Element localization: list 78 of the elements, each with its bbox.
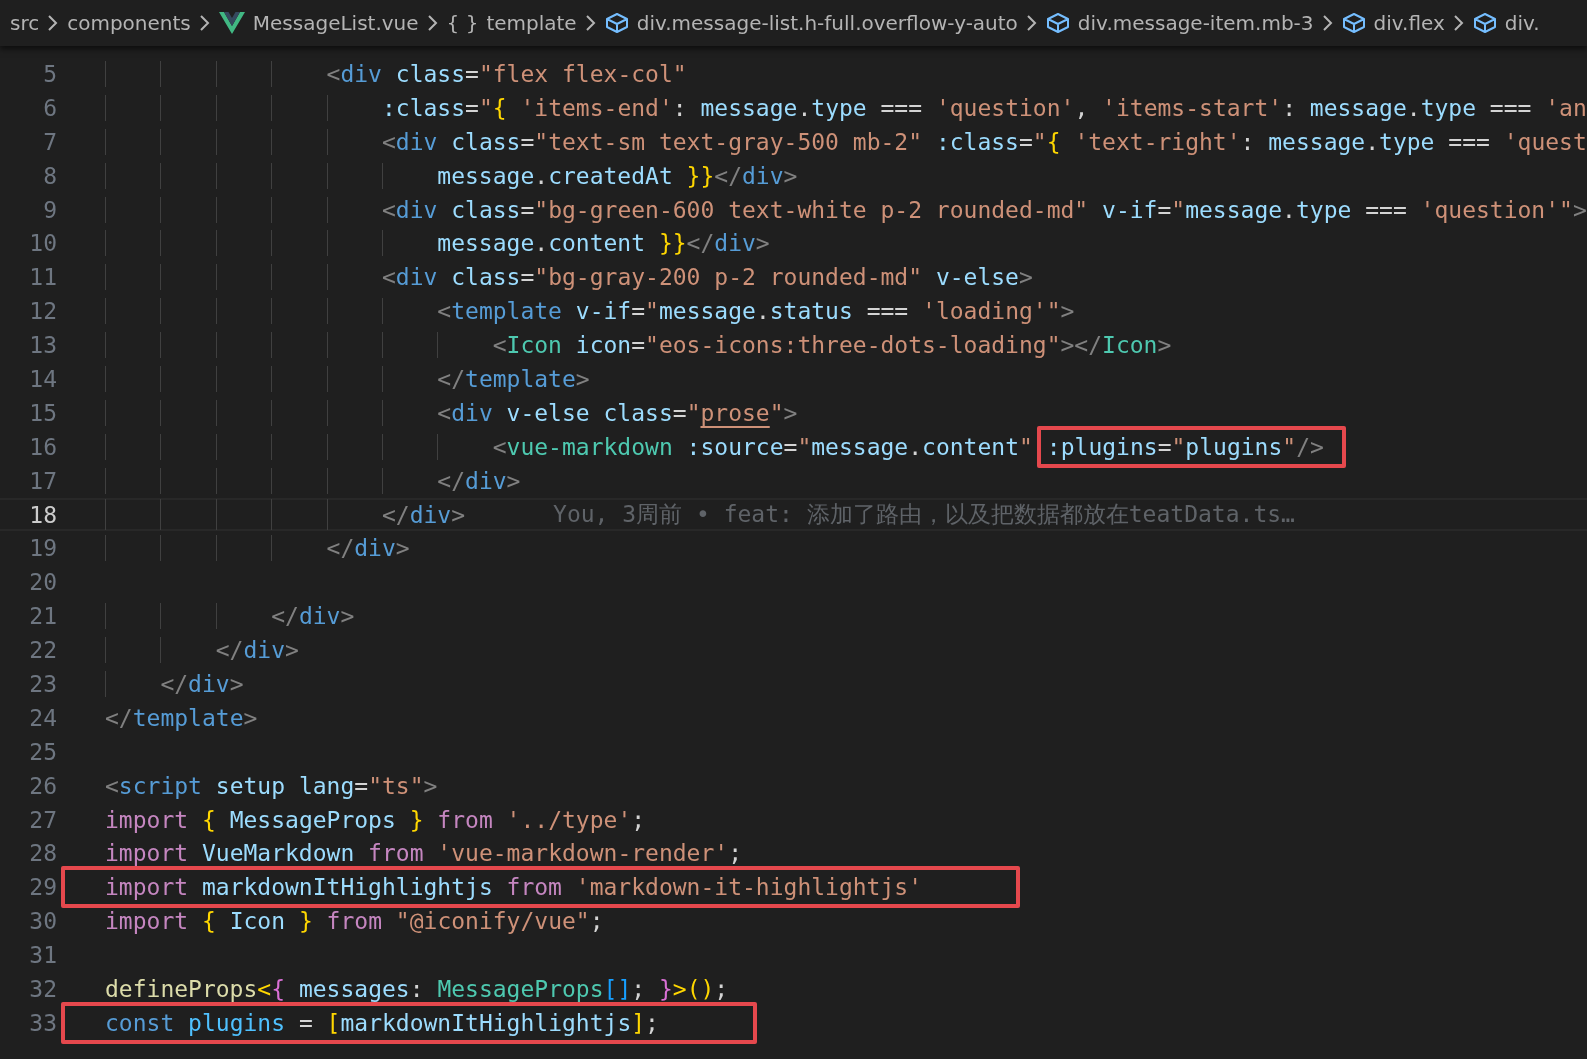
blame-annotation: You, 3周前 • feat: 添加了路由，以及把数据都放在teatData.ts…	[553, 500, 1295, 529]
line-number: 8	[42, 162, 57, 189]
chevron-icon	[584, 14, 597, 32]
line-number: 25	[28, 738, 57, 765]
code-text: <div class="bg-green-600 text-white p-2 rounded-md" v-if="message.type === 'question'">	[380, 196, 1587, 223]
cube-icon	[604, 12, 629, 34]
code-text: <vue-markdown :source="message.content"	[491, 433, 1033, 460]
line-number: 24	[28, 704, 57, 731]
breadcrumb-item[interactable]: components	[67, 11, 191, 35]
cube-icon	[1472, 12, 1497, 34]
line-number: 14	[28, 365, 57, 392]
cube-icon	[1045, 12, 1070, 34]
line-number: 13	[28, 332, 57, 359]
line-number: 10	[28, 230, 57, 257]
chevron-icon	[1321, 14, 1334, 32]
line-number: 7	[42, 128, 57, 155]
vue-logo-icon	[218, 12, 245, 34]
code-text: import VueMarkdown from 'vue-markdown-render';	[105, 840, 742, 867]
chevron-icon	[426, 14, 439, 32]
code-text: <div v-else class="prose">	[436, 399, 798, 426]
code-text: <Icon icon="eos-icons:three-dots-loading"></Icon>	[491, 332, 1172, 359]
code-text: import { Icon } from "@iconify/vue";	[105, 908, 604, 935]
breadcrumb-item[interactable]: MessageList.vue	[252, 11, 419, 35]
line-number: 12	[28, 298, 57, 325]
chevron-icon	[198, 14, 211, 32]
braces-icon: { }	[446, 11, 479, 35]
line-number: 33	[28, 1009, 57, 1036]
line-number: 27	[28, 806, 57, 833]
line-number: 20	[28, 569, 57, 596]
line-number: 26	[28, 772, 57, 799]
highlight-box: const plugins = [markdownItHighlightjs];	[61, 1001, 757, 1044]
code-text: import { MessageProps } from '../type';	[105, 806, 646, 833]
code-text: message.createdAt }}</div>	[436, 162, 798, 189]
line-number: 9	[42, 196, 57, 223]
code-text: </div>	[159, 670, 244, 697]
cube-icon	[1341, 12, 1366, 34]
code-text: defineProps<{ messages: MessageProps[]; }>();	[105, 976, 729, 1002]
line-number: 22	[28, 637, 57, 664]
line-number: 28	[28, 840, 57, 867]
code-text: <template v-if="message.status === 'loading'">	[436, 298, 1075, 325]
line-number: 32	[28, 976, 57, 1002]
code-text: </div>	[270, 603, 355, 630]
line-number: 16	[28, 433, 57, 460]
code-text: </div>	[214, 637, 299, 664]
line-number: 29	[28, 874, 57, 901]
line-number: 11	[28, 264, 57, 291]
line-number: 21	[28, 603, 57, 630]
code-text: </div>	[436, 467, 521, 494]
code-text: <div class="flex flex-col"	[325, 60, 687, 87]
breadcrumb-item[interactable]: div.flex	[1373, 11, 1445, 35]
code-text: </template>	[436, 365, 590, 392]
code-text: <div class="bg-gray-200 p-2 rounded-md" v-else>	[380, 264, 1033, 291]
code-text: message.content }}</div>	[436, 230, 770, 257]
line-number: 5	[42, 60, 57, 87]
chevron-icon	[47, 14, 60, 32]
code-text: </div>	[325, 535, 410, 562]
highlight-box: import markdownItHighlightjs from 'markdown-it-highlightjs'	[61, 866, 1020, 909]
code-text: </template>	[105, 704, 258, 731]
code-text: :class="{ 'items-end': message.type === 'question', 'items-start': message.type === 'an	[380, 94, 1587, 121]
code-text: <script setup lang="ts">	[105, 772, 438, 799]
breadcrumb-item[interactable]: div.message-item.mb-3	[1077, 11, 1314, 35]
line-number: 6	[42, 94, 57, 121]
line-number: 18	[28, 501, 57, 528]
line-number: 17	[28, 467, 57, 494]
breadcrumb-item[interactable]: template	[486, 11, 577, 35]
line-number: 23	[28, 670, 57, 697]
breadcrumb-item[interactable]: div.message-list.h-full.overflow-y-auto	[636, 11, 1018, 35]
chevron-icon	[1452, 14, 1465, 32]
code-text: <div class="text-sm text-gray-500 mb-2" :class="{ 'text-right': message.type === 'quest	[380, 128, 1587, 155]
highlight-box: :plugins="plugins"/>	[1036, 425, 1346, 468]
breadcrumb-item[interactable]: src	[10, 11, 40, 35]
breadcrumb-item[interactable]: div.	[1504, 11, 1540, 35]
code-text: </div>	[380, 501, 466, 528]
line-number: 31	[28, 942, 57, 969]
line-number: 19	[28, 535, 57, 562]
chevron-icon	[1025, 14, 1038, 32]
line-number: 15	[28, 399, 57, 426]
line-number: 30	[28, 908, 57, 935]
